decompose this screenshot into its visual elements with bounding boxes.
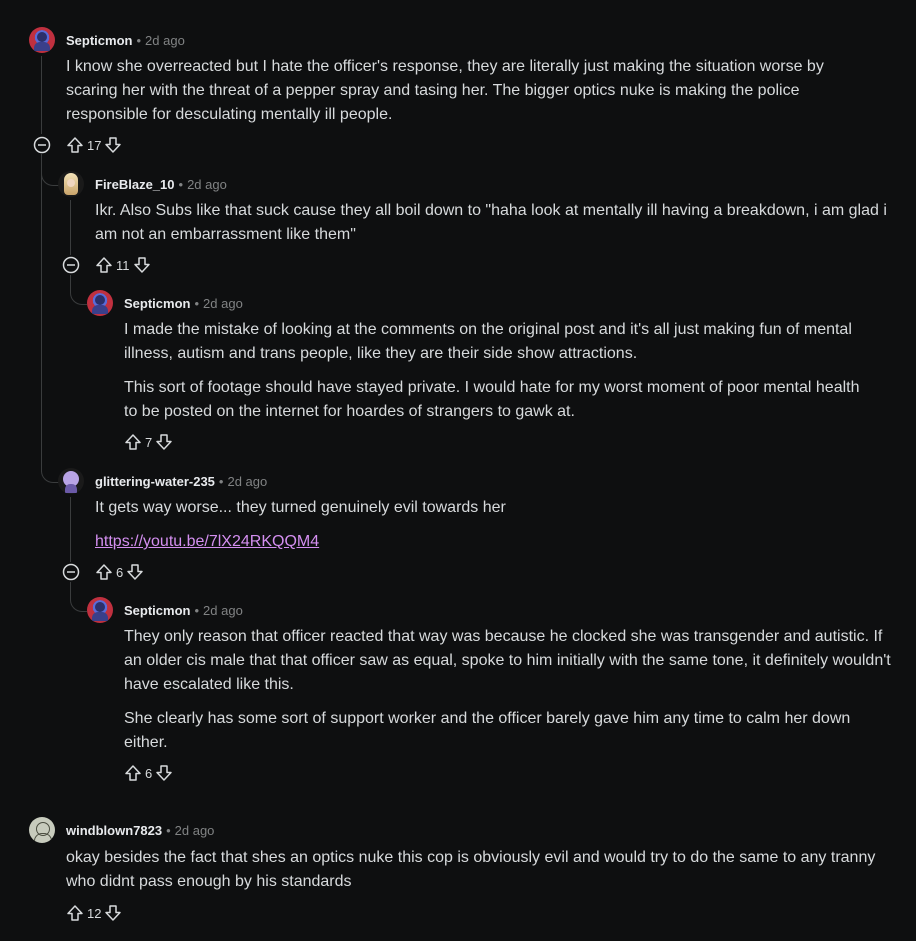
link-paragraph: https://youtu.be/7lX24RKQQM4: [95, 530, 875, 554]
avatar[interactable]: [87, 597, 113, 623]
timestamp[interactable]: 2d ago: [203, 296, 243, 311]
separator-dot: •: [136, 33, 142, 48]
username[interactable]: windblown7823: [66, 823, 162, 838]
comment-body: I know she overreacted but I hate the of…: [66, 55, 876, 127]
vote-bar: 7: [124, 431, 173, 453]
timestamp[interactable]: 2d ago: [227, 474, 267, 489]
username[interactable]: FireBlaze_10: [95, 177, 175, 192]
youtube-link[interactable]: https://youtu.be/7lX24RKQQM4: [95, 533, 319, 550]
timestamp[interactable]: 2d ago: [187, 177, 227, 192]
avatar[interactable]: [29, 817, 55, 843]
downvote-arrow-icon[interactable]: [104, 904, 122, 922]
avatar[interactable]: [87, 290, 113, 316]
avatar[interactable]: [29, 27, 55, 53]
upvote-arrow-icon[interactable]: [124, 433, 142, 451]
comment-paragraph: I made the mistake of looking at the com…: [124, 321, 852, 362]
thread-line-fireblaze: [70, 200, 71, 255]
upvote-arrow-icon[interactable]: [95, 256, 113, 274]
collapse-minus-icon[interactable]: [33, 136, 51, 154]
username[interactable]: glittering-water-235: [95, 474, 215, 489]
vote-bar: 12: [66, 902, 122, 924]
upvote-arrow-icon[interactable]: [124, 764, 142, 782]
separator-dot: •: [218, 474, 224, 489]
vote-count: 12: [87, 905, 102, 921]
comment-paragraph: They only reason that officer reacted th…: [124, 628, 891, 693]
collapse-minus-icon[interactable]: [62, 256, 80, 274]
comment-paragraph: This sort of footage should have stayed …: [124, 379, 860, 420]
downvote-arrow-icon[interactable]: [104, 136, 122, 154]
vote-count: 6: [116, 564, 124, 580]
downvote-arrow-icon[interactable]: [133, 256, 151, 274]
timestamp[interactable]: 2d ago: [203, 603, 243, 618]
downvote-arrow-icon[interactable]: [155, 433, 173, 451]
avatar[interactable]: [58, 468, 84, 494]
vote-bar: 17: [66, 134, 122, 156]
comment-body: Ikr. Also Subs like that suck cause they…: [95, 199, 895, 247]
thread-curve-septic-2: [70, 286, 87, 305]
separator-dot: •: [166, 823, 171, 838]
vote-bar: 6: [124, 762, 173, 784]
vote-count: 7: [145, 434, 153, 450]
vote-bar: 11: [95, 254, 151, 276]
comment-meta: windblown7823 • 2d ago: [66, 823, 214, 838]
username[interactable]: Septicmon: [66, 33, 132, 48]
vote-count: 6: [145, 765, 153, 781]
comment-body: They only reason that officer reacted th…: [124, 625, 896, 755]
comment-meta: Septicmon • 2d ago: [66, 33, 185, 48]
separator-dot: •: [178, 177, 184, 192]
upvote-arrow-icon[interactable]: [95, 563, 113, 581]
separator-dot: •: [194, 603, 200, 618]
thread-curve-septic-3: [70, 593, 87, 612]
comment-paragraph: It gets way worse... they turned genuine…: [95, 499, 506, 516]
upvote-arrow-icon[interactable]: [66, 904, 84, 922]
collapse-minus-icon[interactable]: [62, 563, 80, 581]
comment-meta: glittering-water-235 • 2d ago: [95, 474, 267, 489]
downvote-arrow-icon[interactable]: [126, 563, 144, 581]
comment-meta: Septicmon • 2d ago: [124, 603, 243, 618]
comment-body: I made the mistake of looking at the com…: [124, 318, 864, 424]
thread-line-root: [41, 56, 42, 134]
comment-body: okay besides the fact that shes an optic…: [66, 846, 876, 894]
thread-line-glittering: [70, 497, 71, 562]
username[interactable]: Septicmon: [124, 603, 190, 618]
username[interactable]: Septicmon: [124, 296, 190, 311]
comment-paragraph: I know she overreacted but I hate the of…: [66, 58, 824, 123]
comment-body: It gets way worse... they turned genuine…: [95, 496, 875, 554]
comment-paragraph: okay besides the fact that shes an optic…: [66, 849, 876, 890]
timestamp[interactable]: 2d ago: [145, 33, 185, 48]
separator-dot: •: [194, 296, 200, 311]
timestamp[interactable]: 2d ago: [175, 823, 215, 838]
thread-line-root-children: [41, 154, 42, 472]
comment-paragraph: She clearly has some sort of support wor…: [124, 710, 851, 751]
comment-paragraph: Ikr. Also Subs like that suck cause they…: [95, 202, 887, 243]
vote-count: 11: [116, 257, 130, 273]
comment-meta: FireBlaze_10 • 2d ago: [95, 177, 227, 192]
avatar[interactable]: [58, 171, 84, 197]
vote-count: 17: [87, 137, 102, 153]
comment-meta: Septicmon • 2d ago: [124, 296, 243, 311]
upvote-arrow-icon[interactable]: [66, 136, 84, 154]
vote-bar: 6: [95, 561, 144, 583]
downvote-arrow-icon[interactable]: [155, 764, 173, 782]
